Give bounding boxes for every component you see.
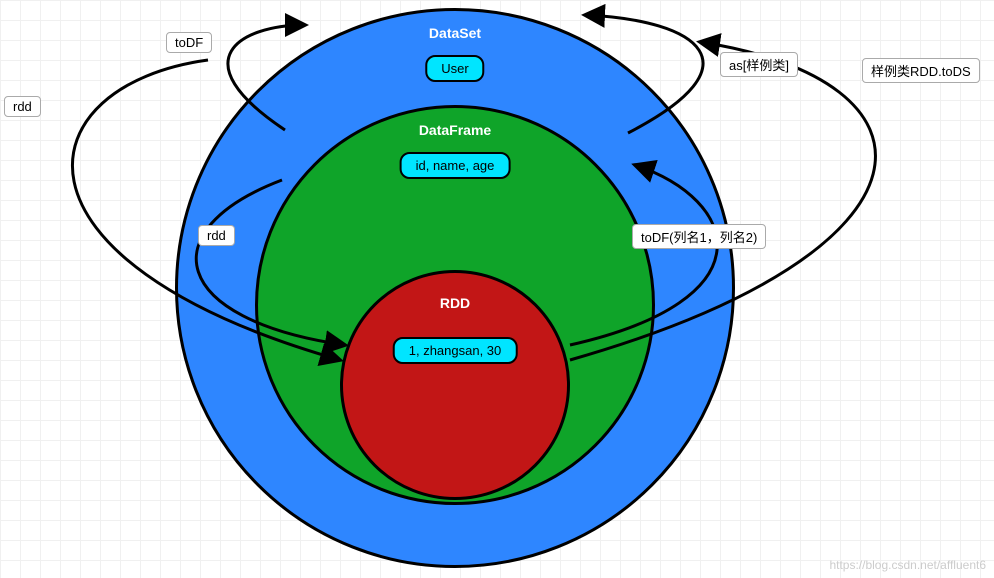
ring-rdd-title: RDD: [343, 295, 567, 311]
ring-dataframe-sample: id, name, age: [400, 152, 511, 179]
label-sample-rdd-tods: 样例类RDD.toDS: [862, 58, 980, 83]
ring-dataframe-title: DataFrame: [258, 122, 652, 138]
label-as-sample: as[样例类]: [720, 52, 798, 77]
ring-dataset-sample: User: [425, 55, 484, 82]
ring-rdd: RDD 1, zhangsan, 30: [340, 270, 570, 500]
label-toDF-cols: toDF(列名1，列名2): [632, 224, 766, 249]
label-rdd-mid: rdd: [198, 225, 235, 246]
label-toDF: toDF: [166, 32, 212, 53]
watermark: https://blog.csdn.net/affluent6: [829, 558, 986, 572]
diagram-canvas: DataSet User DataFrame id, name, age RDD…: [0, 0, 994, 578]
ring-rdd-sample: 1, zhangsan, 30: [393, 337, 518, 364]
ring-dataset-title: DataSet: [178, 25, 732, 41]
label-rdd-left: rdd: [4, 96, 41, 117]
